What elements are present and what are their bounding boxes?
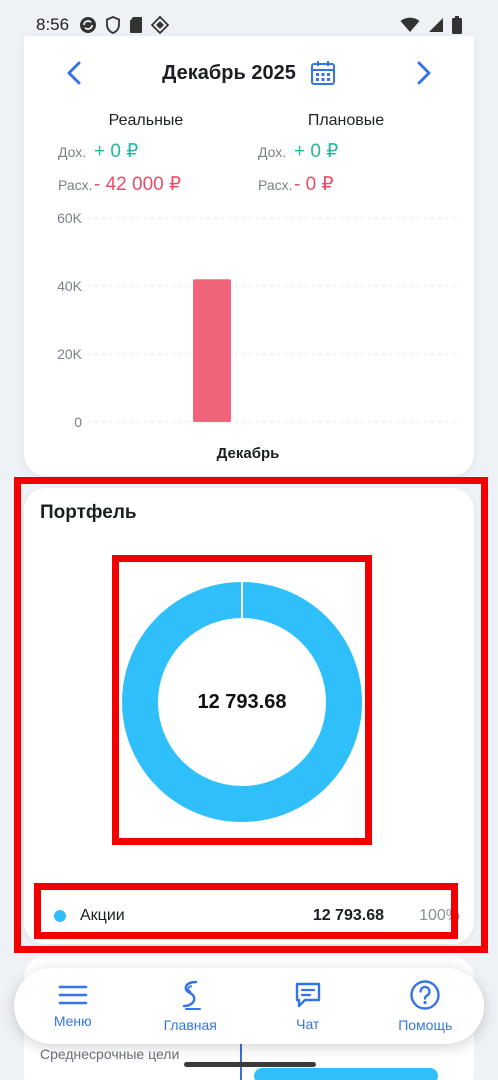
planned-income-label: Дох. — [258, 144, 287, 160]
chevron-right-icon — [417, 61, 431, 85]
sd-card-icon — [130, 17, 143, 33]
goals-label: Среднесрочные цели — [40, 1046, 180, 1062]
real-summary: Реальные Дох. + 0 ₽ Расх. - 42 000 ₽ — [58, 112, 258, 196]
x-category-label: Декабрь — [217, 445, 280, 462]
monthly-bar-chart: 0 20K 40K 60K Декабрь — [57, 210, 460, 462]
nav-chat-label: Чат — [296, 1016, 320, 1032]
y-tick-label: 0 — [74, 414, 82, 430]
month-summary-card: Декабрь 2025 Реальные Дох. + 0 ₽ Расх. -… — [24, 36, 474, 476]
nav-menu[interactable]: Меню — [14, 968, 132, 1044]
legend-amount: 12 793.68 — [312, 907, 384, 924]
help-icon — [410, 980, 440, 1010]
portfolio-title: Портфель — [40, 502, 137, 523]
next-month-button[interactable] — [410, 59, 438, 87]
sync-icon — [80, 17, 97, 33]
menu-icon — [58, 985, 88, 1005]
planned-expense-label: Расх. — [258, 177, 293, 193]
y-tick-label: 40K — [57, 278, 83, 294]
calendar-icon[interactable] — [310, 60, 336, 86]
prev-month-button[interactable] — [60, 59, 88, 87]
nav-home-label: Главная — [163, 1017, 217, 1033]
signal-icon — [429, 18, 443, 32]
nav-home[interactable]: Главная — [132, 968, 250, 1044]
real-income-value: + 0 ₽ — [94, 141, 139, 162]
battery-icon — [452, 16, 462, 34]
nav-chat[interactable]: Чат — [249, 968, 367, 1044]
real-income-label: Дох. — [58, 144, 87, 160]
home-indicator — [184, 1062, 316, 1067]
real-expense-value: - 42 000 ₽ — [94, 174, 182, 195]
chat-icon — [295, 982, 320, 1008]
goals-progress — [254, 1068, 438, 1080]
legend-label: Акции — [80, 907, 125, 924]
nav-menu-label: Меню — [53, 1013, 92, 1029]
planned-summary: Плановые Дох. + 0 ₽ Расх. - 0 ₽ — [258, 112, 458, 196]
y-tick-label: 60K — [57, 210, 83, 226]
portfolio-card: Портфель 12 793.68 Акции 12 793.68 100% — [24, 488, 474, 944]
nav-help-label: Помощь — [398, 1017, 453, 1033]
chevron-left-icon — [67, 61, 81, 85]
goals-marker — [240, 1042, 242, 1080]
planned-header: Плановые — [307, 112, 385, 129]
portfolio-total: 12 793.68 — [197, 690, 287, 713]
month-title-text: Декабрь 2025 — [162, 61, 296, 84]
nav-help[interactable]: Помощь — [367, 968, 485, 1044]
status-time: 8:56 — [36, 15, 70, 34]
legend-percent: 100% — [419, 907, 460, 924]
legend-item[interactable]: Акции 12 793.68 100% — [40, 896, 460, 936]
bottom-navigation: Меню Главная Чат Помощь — [14, 968, 484, 1044]
home-logo-icon — [183, 980, 202, 1010]
real-expense-label: Расх. — [58, 177, 93, 193]
portfolio-donut-chart[interactable]: 12 793.68 — [120, 580, 364, 824]
legend-dot — [54, 910, 66, 922]
shield-icon — [106, 16, 120, 34]
expense-bar[interactable] — [193, 279, 231, 422]
month-navigation: Декабрь 2025 — [24, 58, 474, 88]
diamond-icon — [151, 16, 170, 34]
planned-expense-value: - 0 ₽ — [294, 174, 334, 195]
real-header: Реальные — [108, 112, 184, 129]
month-title: Декабрь 2025 — [162, 60, 336, 86]
planned-income-value: + 0 ₽ — [294, 141, 339, 162]
y-tick-label: 20K — [57, 346, 83, 362]
wifi-icon — [400, 17, 420, 32]
